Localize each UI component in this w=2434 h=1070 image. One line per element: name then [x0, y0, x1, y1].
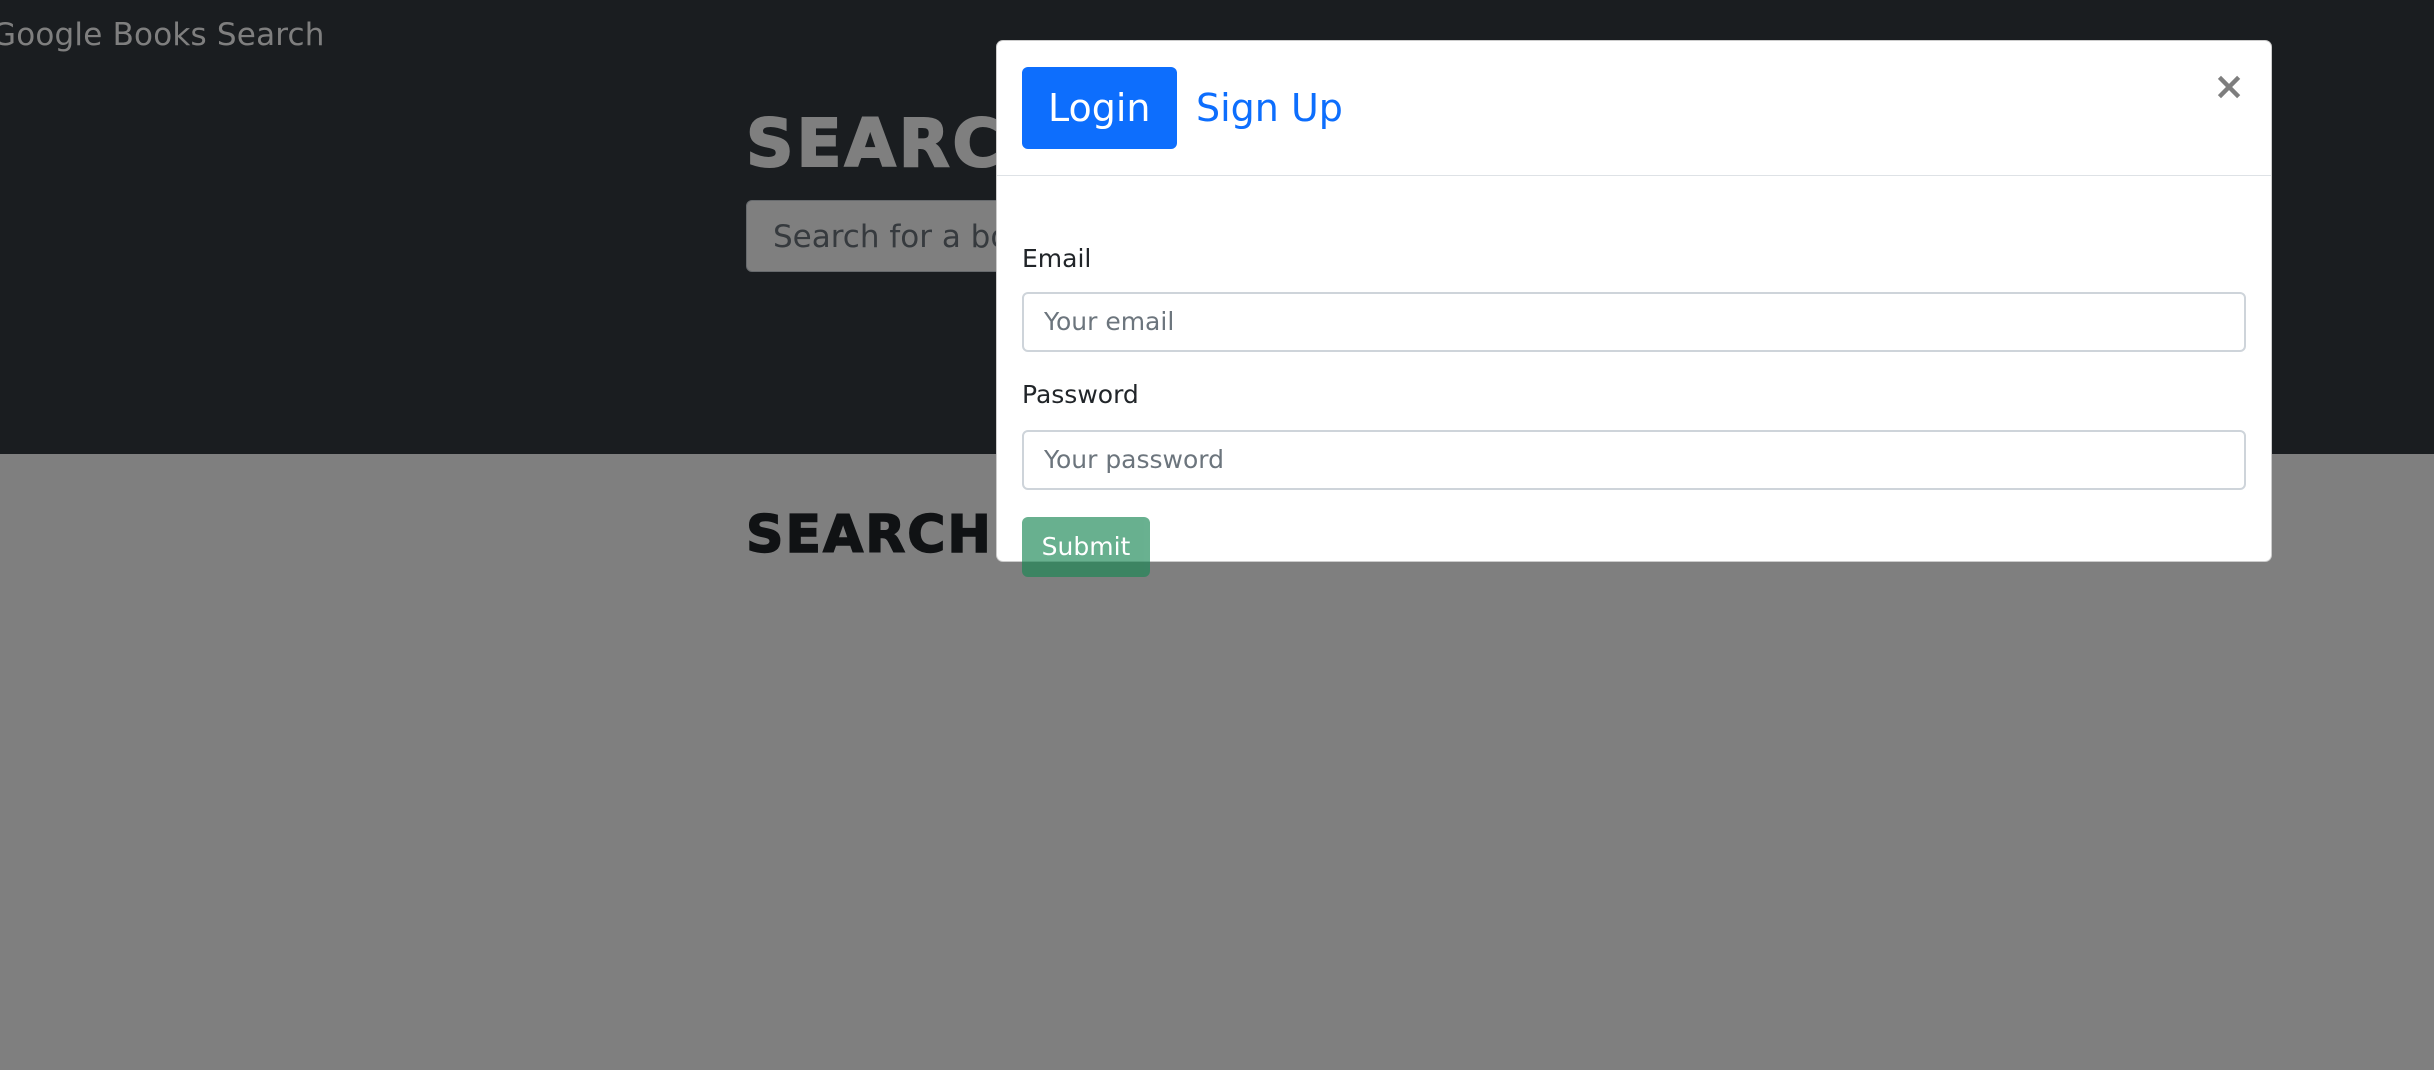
submit-button[interactable]: Submit: [1022, 517, 1150, 577]
login-modal: Login Sign Up × Email Your email Passwor…: [996, 40, 2272, 577]
email-label: Email: [1022, 244, 1092, 273]
password-field[interactable]: Your password: [1022, 430, 2246, 490]
password-label: Password: [1022, 380, 1139, 409]
modal-header: Login Sign Up ×: [997, 41, 2271, 176]
close-icon[interactable]: ×: [2209, 61, 2249, 111]
tab-login[interactable]: Login: [1022, 67, 1177, 149]
email-field[interactable]: Your email: [1022, 292, 2246, 352]
tab-signup[interactable]: Sign Up: [1170, 67, 1369, 149]
